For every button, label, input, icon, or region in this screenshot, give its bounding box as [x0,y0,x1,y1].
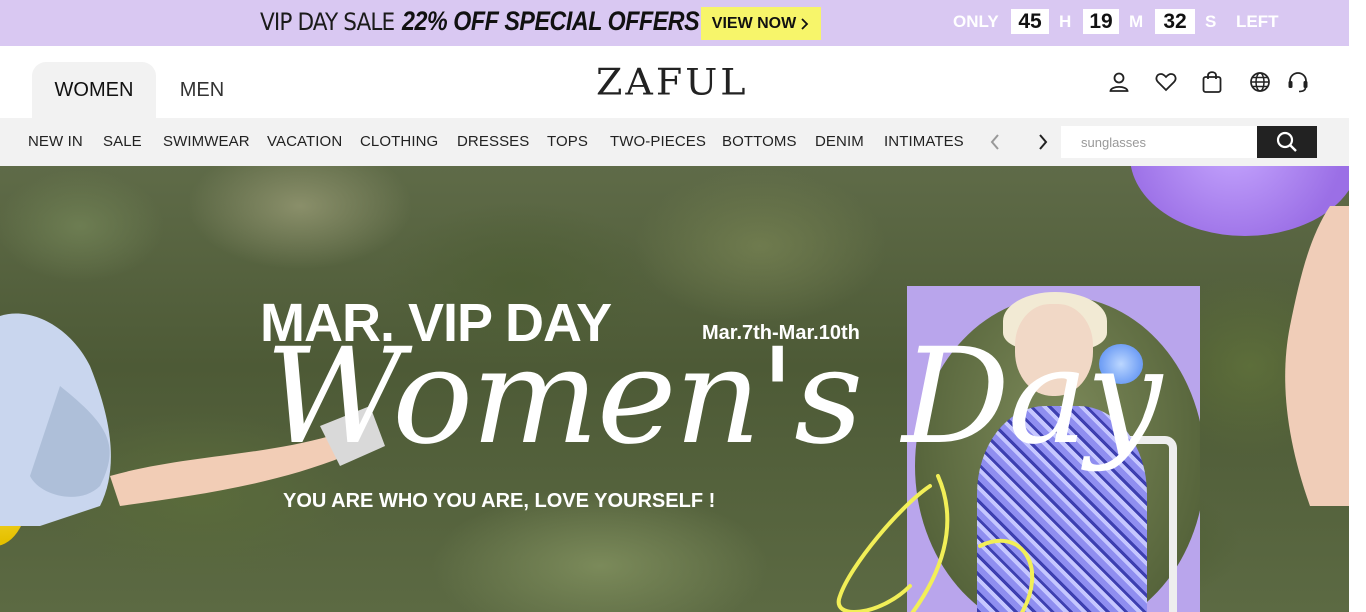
promo-offer: 22% OFF SPECIAL OFFERS [402,6,700,36]
nav-item-denim[interactable]: DENIM [815,133,864,150]
countdown-seconds-unit: S [1205,12,1217,31]
nav-item-dresses[interactable]: DRESSES [457,133,529,150]
hero-script-title: Women's Day [265,320,1162,474]
countdown-hours-unit: H [1059,12,1072,31]
nav-item-clothing[interactable]: CLOTHING [360,133,438,150]
category-nav: NEW IN SALE SWIMWEAR VACATION CLOTHING D… [0,118,1349,166]
promo-banner[interactable]: VIP DAY SALE 22% OFF SPECIAL OFFERS VIEW… [0,0,1349,46]
zaful-logo[interactable]: ZAFUL [596,61,748,103]
search-input[interactable] [1061,126,1257,158]
nav-item-sale[interactable]: SALE [103,133,142,150]
nav-next-arrow-icon[interactable] [1031,130,1055,154]
tab-men[interactable]: MEN [160,62,244,118]
headset-icon[interactable] [1286,70,1310,94]
globe-icon[interactable] [1248,70,1272,94]
hero-banner[interactable]: MAR. VIP DAY Mar.7th-Mar.10th Women's Da… [0,166,1349,612]
sale-script-graphic [836,474,1035,612]
nav-item-bottoms[interactable]: BOTTOMS [722,133,797,150]
search-button[interactable] [1257,126,1317,158]
countdown-minutes-unit: M [1129,12,1144,31]
view-now-button[interactable]: VIEW NOW [701,7,821,40]
countdown-seconds: 32 [1155,9,1195,34]
countdown-hours: 45 [1011,9,1049,34]
nav-item-new-in[interactable]: NEW IN [28,133,83,150]
heart-icon[interactable] [1154,70,1178,94]
countdown-minutes: 19 [1083,9,1119,34]
nav-item-intimates[interactable]: INTIMATES [884,133,964,150]
hero-tagline: YOU ARE WHO YOU ARE, LOVE YOURSELF ! [283,490,716,512]
chevron-right-icon [801,17,809,30]
nav-item-vacation[interactable]: VACATION [267,133,342,150]
tab-women[interactable]: WOMEN [32,62,156,118]
user-icon[interactable] [1107,70,1131,94]
nav-item-tops[interactable]: TOPS [547,133,588,150]
view-now-label: VIEW NOW [711,14,797,32]
countdown-prefix: ONLY [953,12,999,31]
site-header: WOMEN MEN ZAFUL [0,46,1349,118]
countdown-suffix: LEFT [1236,12,1279,31]
nav-item-swimwear[interactable]: SWIMWEAR [163,133,250,150]
promo-title: VIP DAY SALE [260,8,395,36]
bag-icon[interactable] [1200,70,1224,94]
nav-prev-arrow-icon[interactable] [983,130,1007,154]
nav-item-two-pieces[interactable]: TWO-PIECES [610,133,706,150]
arm-right-image [1285,206,1349,506]
search-icon [1276,131,1297,152]
